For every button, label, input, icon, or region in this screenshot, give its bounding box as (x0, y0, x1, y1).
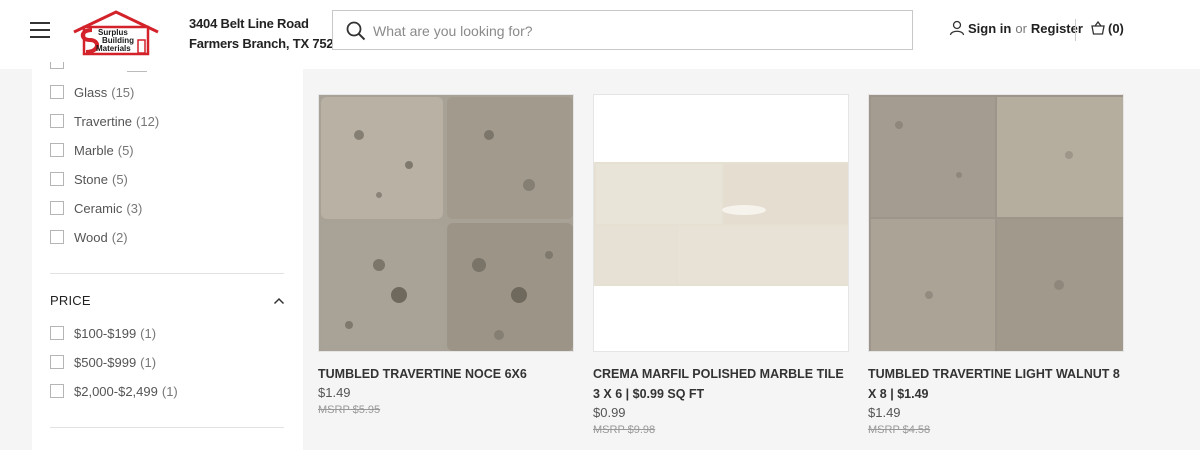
checkbox[interactable] (50, 201, 64, 215)
address-line-1: 3404 Belt Line Road (189, 16, 309, 31)
filter-label: Ceramic (74, 200, 123, 216)
product-price: $1.49 (868, 405, 901, 420)
section-divider (50, 427, 284, 428)
account-links: Sign in or Register (949, 20, 1083, 36)
search-input[interactable] (373, 19, 893, 43)
search-bar (332, 10, 913, 50)
filter-price-500-999[interactable]: $500-$999 (1) (50, 352, 156, 372)
cart-count: (0) (1108, 20, 1124, 36)
product-msrp: MSRP $5.95 (318, 404, 381, 416)
chevron-up-icon[interactable] (273, 295, 285, 307)
product-title[interactable]: TUMBLED TRAVERTINE NOCE 6X6 (318, 364, 576, 384)
header-divider (1075, 19, 1076, 41)
store-address: 3404 Belt Line Road Farmers Branch, TX 7… (189, 14, 348, 54)
product-title[interactable]: CREMA MARFIL POLISHED MARBLE TILE 3 X 6 … (593, 364, 851, 404)
filter-sidebar: Glass (15) Travertine (12) Marble (5) St… (32, 62, 303, 450)
checkbox[interactable] (50, 85, 64, 99)
travertine-light-walnut-image (869, 95, 1123, 351)
filter-label: Glass (74, 84, 108, 100)
filter-price-2000-2499[interactable]: $2,000-$2,499 (1) (50, 381, 178, 401)
filter-travertine[interactable]: Travertine (12) (50, 111, 159, 131)
filter-label: Stone (74, 171, 108, 187)
filter-wood[interactable]: Wood (2) (50, 227, 128, 247)
product-image[interactable] (318, 94, 574, 352)
sign-in-link[interactable]: Sign in (968, 21, 1011, 36)
product-price: $0.99 (593, 405, 626, 420)
product-msrp: MSRP $9.98 (593, 424, 656, 436)
hamburger-menu-icon[interactable] (30, 22, 50, 40)
checkbox[interactable] (50, 230, 64, 244)
product-image[interactable] (868, 94, 1124, 352)
price-filter-heading[interactable]: PRICE (50, 293, 91, 308)
shopping-bag-icon (1091, 20, 1105, 35)
filter-label: $2,000-$2,499 (74, 383, 158, 399)
filter-count: (3) (126, 200, 143, 216)
cart-link[interactable]: (0) (1090, 20, 1124, 36)
filter-count: (12) (136, 113, 160, 129)
checkbox[interactable] (50, 355, 64, 369)
product-image[interactable] (593, 94, 849, 352)
svg-text:Materials: Materials (96, 44, 131, 53)
filter-stone[interactable]: Stone (5) (50, 169, 128, 189)
checkbox[interactable] (50, 143, 64, 157)
or-text: or (1015, 20, 1027, 36)
checkbox[interactable] (50, 172, 64, 186)
checkbox[interactable] (50, 114, 64, 128)
product-title[interactable]: TUMBLED TRAVERTINE LIGHT WALNUT 8 X 8 | … (868, 364, 1126, 404)
search-icon[interactable] (346, 21, 366, 41)
filter-count: (15) (111, 84, 135, 100)
travertine-noce-image (319, 95, 573, 351)
filter-count: (1) (140, 325, 157, 341)
filter-glass[interactable]: Glass (15) (50, 82, 134, 102)
checkbox-partial (50, 62, 64, 69)
user-icon (949, 20, 965, 36)
filter-count: (5) (117, 142, 134, 158)
filter-label: Travertine (74, 113, 133, 129)
filter-count: (2) (111, 229, 128, 245)
address-line-2: Farmers Branch, TX 75234 (189, 36, 348, 51)
partial-label (127, 69, 147, 72)
filter-label: $500-$999 (74, 354, 137, 370)
site-logo[interactable]: Surplus Building Materials (72, 10, 160, 56)
filter-ceramic[interactable]: Ceramic (3) (50, 198, 142, 218)
product-price: $1.49 (318, 385, 351, 400)
checkbox[interactable] (50, 326, 64, 340)
filter-label: $100-$199 (74, 325, 137, 341)
crema-marfil-image (594, 95, 848, 351)
filter-price-100-199[interactable]: $100-$199 (1) (50, 323, 156, 343)
filter-count: (1) (140, 354, 157, 370)
filter-marble[interactable]: Marble (5) (50, 140, 134, 160)
filter-label: Wood (74, 229, 108, 245)
product-msrp: MSRP $4.58 (868, 424, 931, 436)
filter-count: (1) (161, 383, 178, 399)
checkbox[interactable] (50, 384, 64, 398)
filter-count: (5) (111, 171, 128, 187)
section-divider (50, 273, 284, 274)
filter-label: Marble (74, 142, 114, 158)
site-header: Surplus Building Materials 3404 Belt Lin… (0, 0, 1200, 69)
